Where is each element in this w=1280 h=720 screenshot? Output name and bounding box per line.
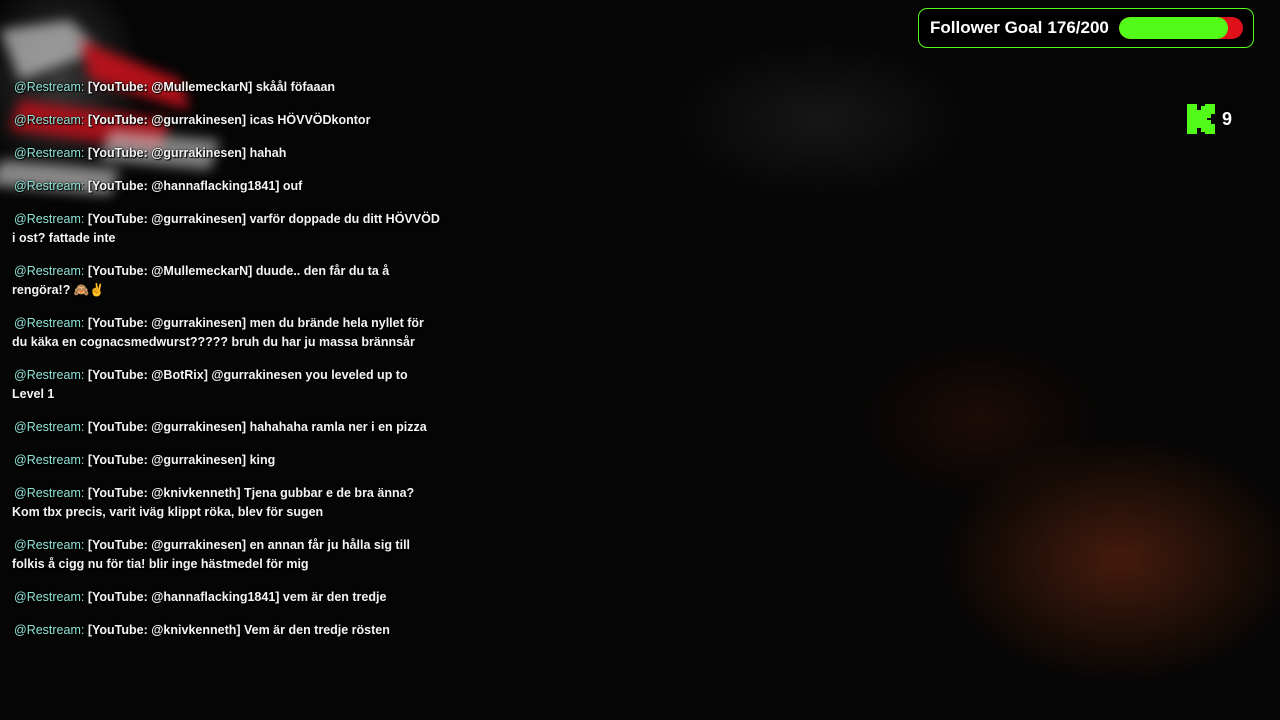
chat-message-text: [YouTube: @MullemeckarN] skåål föfaaan — [87, 80, 336, 94]
chat-message-author: @Restream: — [14, 179, 85, 193]
chat-message-author: @Restream: — [14, 623, 85, 637]
stream-overlay: @Restream: [YouTube: @MullemeckarN] skåå… — [0, 0, 1280, 720]
chat-message-text: [YouTube: @gurrakinesen] icas HÖVVÖDkont… — [87, 113, 371, 127]
chat-message-author: @Restream: — [14, 538, 85, 552]
viewer-count-widget: 9 — [1187, 104, 1232, 134]
chat-message: @Restream: [YouTube: @gurrakinesen] varf… — [12, 210, 442, 248]
follower-goal-widget: Follower Goal 176/200 — [918, 8, 1254, 48]
chat-message-author: @Restream: — [14, 420, 85, 434]
chat-message-text: [YouTube: @hannaflacking1841] ouf — [87, 179, 303, 193]
chat-message: @Restream: [YouTube: @gurrakinesen] icas… — [12, 111, 442, 130]
chat-message: @Restream: [YouTube: @hannaflacking1841]… — [12, 588, 442, 607]
chat-message: @Restream: [YouTube: @gurrakinesen] en a… — [12, 536, 442, 574]
chat-message: @Restream: [YouTube: @gurrakinesen] haha… — [12, 418, 442, 437]
chat-message: @Restream: [YouTube: @BotRix] @gurrakine… — [12, 366, 442, 404]
follower-goal-progress-fill — [1118, 17, 1228, 39]
chat-message-author: @Restream: — [14, 113, 85, 127]
chat-message-author: @Restream: — [14, 146, 85, 160]
chat-message-text: [YouTube: @knivkenneth] Vem är den tredj… — [87, 623, 390, 637]
chat-message-author: @Restream: — [14, 316, 85, 330]
chat-overlay: @Restream: [YouTube: @MullemeckarN] skåå… — [12, 78, 442, 654]
chat-message-text: [YouTube: @gurrakinesen] hahahaha ramla … — [87, 420, 427, 434]
chat-message-text: [YouTube: @gurrakinesen] hahah — [87, 146, 287, 160]
chat-message-author: @Restream: — [14, 264, 85, 278]
follower-goal-label: Follower Goal — [930, 18, 1043, 37]
chat-message: @Restream: [YouTube: @gurrakinesen] men … — [12, 314, 442, 352]
chat-message: @Restream: [YouTube: @MullemeckarN] skåå… — [12, 78, 442, 97]
chat-message-author: @Restream: — [14, 590, 85, 604]
chat-message-author: @Restream: — [14, 453, 85, 467]
chat-message: @Restream: [YouTube: @gurrakinesen] king — [12, 451, 442, 470]
chat-message-author: @Restream: — [14, 368, 85, 382]
chat-message: @Restream: [YouTube: @knivkenneth] Tjena… — [12, 484, 442, 522]
chat-message: @Restream: [YouTube: @gurrakinesen] haha… — [12, 144, 442, 163]
chat-message: @Restream: [YouTube: @hannaflacking1841]… — [12, 177, 442, 196]
chat-message: @Restream: [YouTube: @knivkenneth] Vem ä… — [12, 621, 442, 640]
chat-message-author: @Restream: — [14, 486, 85, 500]
chat-message-author: @Restream: — [14, 80, 85, 94]
kick-icon — [1187, 104, 1215, 134]
chat-message-text: [YouTube: @hannaflacking1841] vem är den… — [87, 590, 387, 604]
chat-message-author: @Restream: — [14, 212, 85, 226]
chat-message-text: [YouTube: @gurrakinesen] king — [87, 453, 276, 467]
viewer-count: 9 — [1222, 108, 1233, 129]
follower-goal-count: 176/200 — [1047, 18, 1109, 37]
chat-message: @Restream: [YouTube: @MullemeckarN] duud… — [12, 262, 442, 300]
follower-goal-progress-bar — [1118, 17, 1243, 39]
